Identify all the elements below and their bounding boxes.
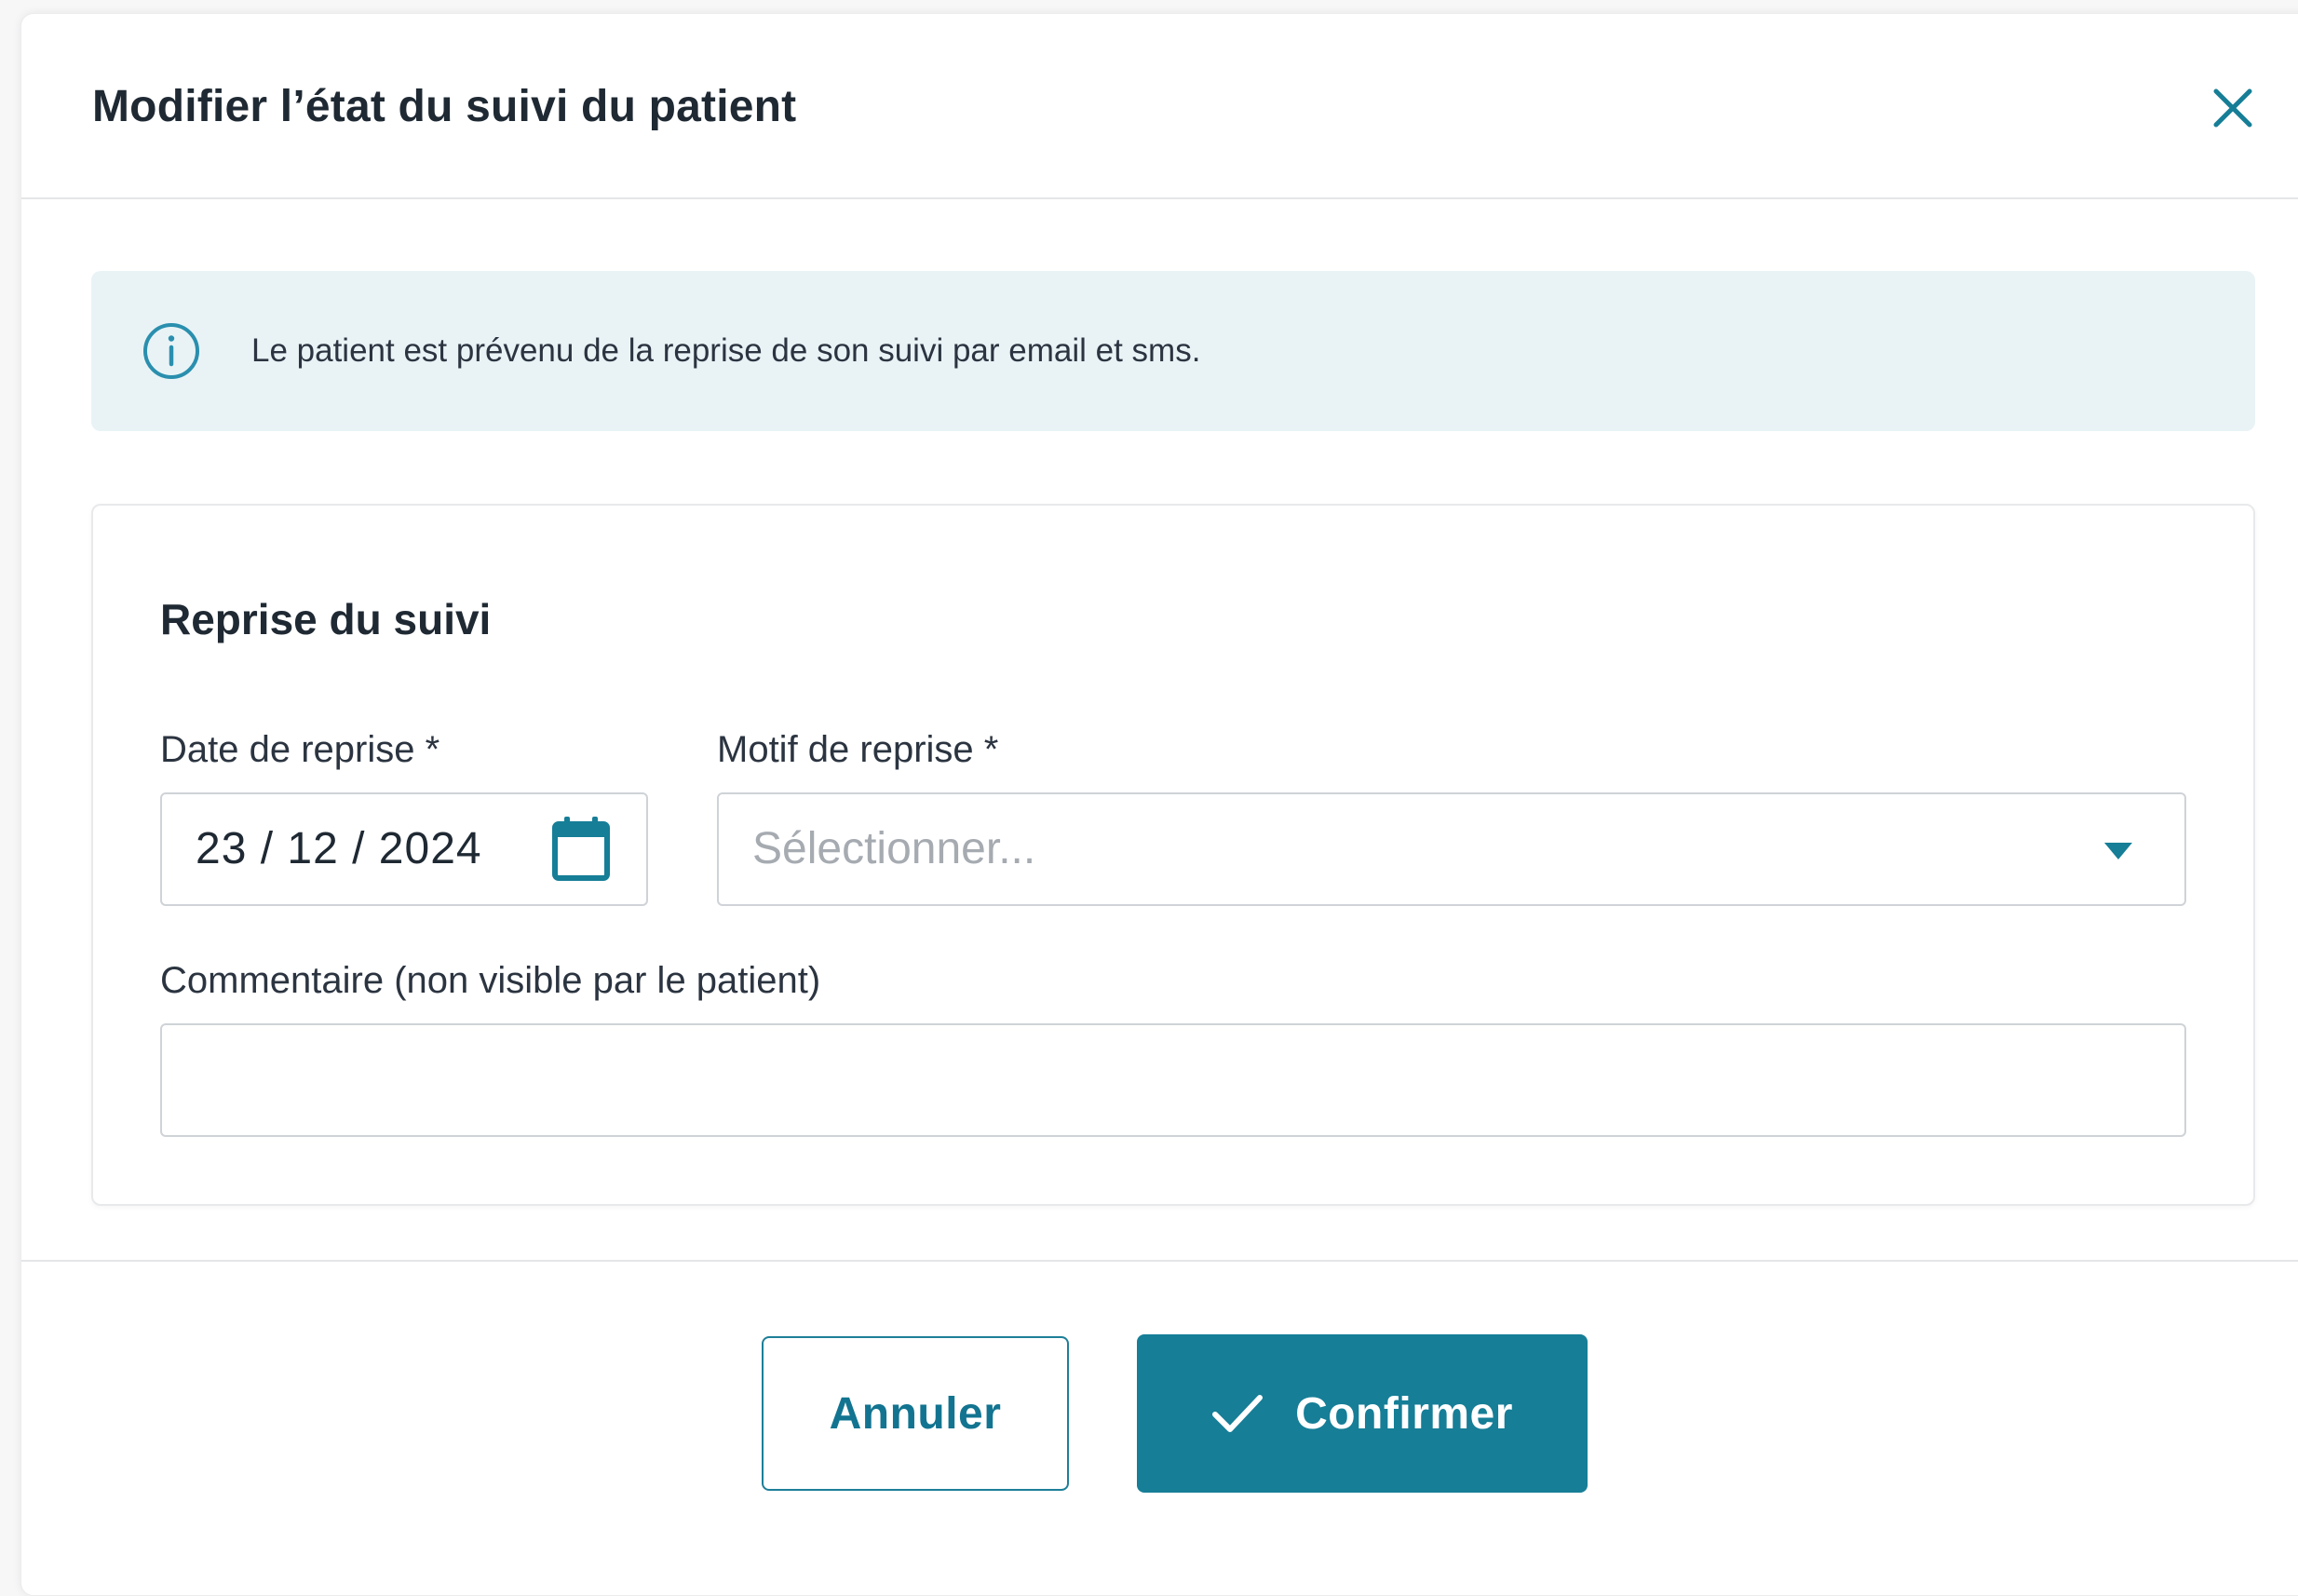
- date-input[interactable]: 23 / 12 / 2024: [160, 792, 648, 906]
- date-label: Date de reprise *: [160, 729, 440, 770]
- modal-header: Modifier l’état du suivi du patient: [21, 14, 2298, 199]
- info-banner: Le patient est prévenu de la reprise de …: [91, 271, 2255, 431]
- reason-label: Motif de reprise *: [717, 729, 999, 770]
- info-icon: [143, 323, 199, 379]
- calendar-icon[interactable]: [551, 815, 611, 884]
- info-message: Le patient est prévenu de la reprise de …: [251, 332, 1201, 369]
- reason-select[interactable]: Sélectionner...: [717, 792, 2186, 906]
- check-icon: [1212, 1395, 1264, 1432]
- resume-follow-up-section: Reprise du suivi Date de reprise * 23 / …: [91, 504, 2255, 1206]
- footer-divider: [21, 1260, 2298, 1262]
- modal-title: Modifier l’état du suivi du patient: [92, 82, 797, 131]
- close-button[interactable]: [2202, 77, 2264, 139]
- edit-follow-up-modal: Modifier l’état du suivi du patient Le p…: [20, 13, 2298, 1596]
- reason-placeholder: Sélectionner...: [752, 824, 1036, 873]
- date-value: 23 / 12 / 2024: [196, 824, 482, 873]
- chevron-down-icon: [2104, 843, 2132, 859]
- comment-input[interactable]: [160, 1023, 2186, 1137]
- confirm-button[interactable]: Confirmer: [1137, 1334, 1588, 1493]
- close-icon: [2213, 88, 2252, 128]
- cancel-label: Annuler: [829, 1388, 1002, 1439]
- cancel-button[interactable]: Annuler: [762, 1336, 1069, 1491]
- comment-label: Commentaire (non visible par le patient): [160, 960, 821, 1001]
- confirm-label: Confirmer: [1295, 1388, 1513, 1439]
- section-title: Reprise du suivi: [160, 595, 492, 643]
